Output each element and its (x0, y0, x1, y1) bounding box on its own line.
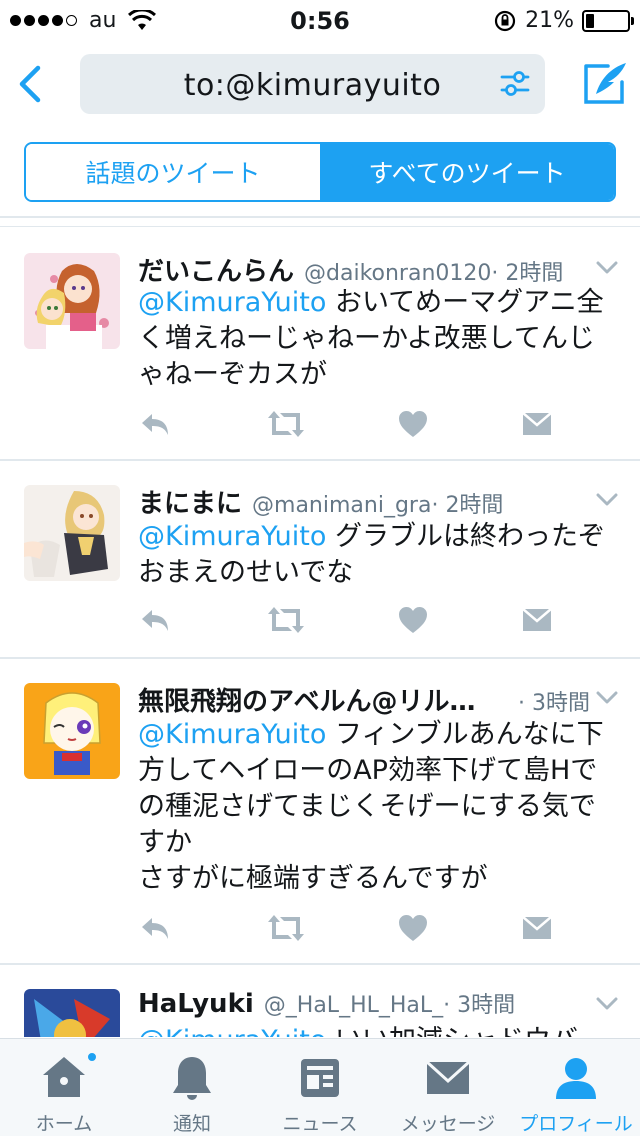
search-input[interactable]: to:@kimurayuito (80, 54, 545, 114)
display-name[interactable]: だいこんらん (138, 251, 294, 288)
tab-messages[interactable]: メッセージ (384, 1039, 512, 1136)
reply-icon[interactable] (138, 911, 172, 945)
back-button[interactable] (10, 60, 50, 108)
like-icon[interactable] (396, 407, 430, 441)
news-icon (301, 1059, 339, 1097)
navigation-bar: to:@kimurayuito (0, 40, 640, 128)
retweet-icon[interactable] (266, 407, 306, 441)
tweet-header: まにまに @manimani_gra · 2時間 (138, 483, 590, 520)
tweet-text: @KimuraYuito いい加減シャドウバー (138, 1023, 616, 1037)
chevron-down-icon[interactable] (596, 493, 618, 507)
tweet-time: · 3時間 (443, 993, 516, 1018)
reply-icon[interactable] (138, 407, 172, 441)
tweet-actions (138, 911, 558, 945)
tweet-header: HaLyuki @_HaL_HL_HaL_ · 3時間 (138, 987, 590, 1019)
tweet-time: · 3時間 (518, 691, 590, 716)
tweet-header: 無限飛翔のアベルん@リル頑… · 3時間 (138, 681, 590, 718)
avatar[interactable] (24, 253, 120, 349)
chevron-down-icon[interactable] (596, 261, 618, 275)
battery-icon (582, 9, 634, 32)
tweet-actions (138, 407, 558, 441)
compose-tweet-button[interactable] (582, 60, 628, 106)
tab-news[interactable]: ニュース (256, 1039, 384, 1136)
like-icon[interactable] (396, 911, 430, 945)
tweet-time: · 2時間 (491, 261, 564, 286)
tab-label-profile: プロフィール (519, 1113, 633, 1135)
search-query-text: to:@kimurayuito (183, 68, 442, 103)
home-icon (43, 1057, 85, 1097)
profile-icon (556, 1058, 596, 1099)
mention-link[interactable]: @KimuraYuito (138, 287, 326, 318)
chevron-down-icon[interactable] (596, 691, 618, 705)
orientation-lock-icon (494, 10, 516, 31)
tweet-item[interactable]: 無限飛翔のアベルん@リル頑… · 3時間 @KimuraYuito フィンブルあ… (0, 659, 640, 965)
retweet-icon[interactable] (266, 911, 306, 945)
tweet-header: だいこんらん @daikonran0120 · 2時間 (138, 251, 590, 288)
display-name[interactable]: まにまに (138, 483, 242, 520)
tweet-item[interactable]: HaLyuki @_HaL_HL_HaL_ · 3時間 @KimuraYuito… (0, 965, 640, 1037)
envelope-icon (425, 1060, 471, 1094)
tab-top-tweets[interactable]: 話題のツイート (26, 144, 320, 200)
tweet-text-content-line2: さすがに極端すぎるんですが (138, 863, 488, 894)
status-bar: au 0:56 21% (0, 0, 640, 40)
unread-dot (86, 1051, 98, 1063)
tweet-text: @KimuraYuito グラブルは終わったぞおまえのせいでな (138, 519, 616, 591)
display-name[interactable]: HaLyuki (138, 989, 254, 1019)
direct-message-icon[interactable] (520, 603, 554, 637)
battery-percent: 21% (525, 8, 574, 33)
direct-message-icon[interactable] (520, 407, 554, 441)
tweet-actions (138, 603, 558, 637)
reply-icon[interactable] (138, 603, 172, 637)
tab-label-notifications: 通知 (172, 1113, 211, 1135)
mention-link[interactable]: @KimuraYuito (138, 521, 326, 552)
avatar[interactable] (24, 683, 120, 779)
retweet-icon[interactable] (266, 603, 306, 637)
avatar[interactable] (24, 485, 120, 581)
user-handle[interactable]: @daikonran0120 (304, 261, 491, 286)
bottom-tab-bar: ホーム 通知 ニュース メッセージ プロフィール (0, 1038, 640, 1136)
tab-profile[interactable]: プロフィール (512, 1039, 640, 1136)
chevron-down-icon[interactable] (596, 997, 618, 1011)
user-handle[interactable]: @manimani_gra (252, 493, 431, 518)
display-name[interactable]: 無限飛翔のアベルん@リル頑… (138, 681, 498, 718)
tweet-text: @KimuraYuito フィンブルあんなに下方してヘイローのAP効率下げて島H… (138, 717, 616, 897)
tweet-time: · 2時間 (431, 493, 504, 518)
like-icon[interactable] (396, 603, 430, 637)
header-divider (0, 216, 640, 218)
user-handle[interactable]: @_HaL_HL_HaL_ (264, 993, 443, 1018)
search-filter-icon[interactable] (499, 68, 531, 100)
tweet-filter-segmented-control: 話題のツイート すべてのツイート (24, 142, 616, 202)
tab-label-home: ホーム (35, 1113, 93, 1135)
bell-icon (173, 1057, 211, 1100)
tweet-feed[interactable]: だいこんらん @daikonran0120 · 2時間 @KimuraYuito… (0, 227, 640, 1037)
tweet-text: @KimuraYuito おいてめーマグアニ全く増えねーじゃねーかよ改悪してんじ… (138, 285, 616, 393)
tab-label-news: ニュース (282, 1113, 358, 1135)
tab-label-messages: メッセージ (400, 1113, 496, 1135)
direct-message-icon[interactable] (520, 911, 554, 945)
mention-link[interactable]: @KimuraYuito (138, 719, 326, 750)
tab-home[interactable]: ホーム (0, 1039, 128, 1136)
tweet-item[interactable]: だいこんらん @daikonran0120 · 2時間 @KimuraYuito… (0, 227, 640, 461)
tweet-text-content: いい加減シャドウバー (326, 1025, 605, 1037)
status-right: 21% (493, 8, 634, 33)
avatar[interactable] (24, 989, 120, 1037)
tab-all-tweets[interactable]: すべてのツイート (320, 144, 614, 200)
tab-notifications[interactable]: 通知 (128, 1039, 256, 1136)
mention-link[interactable]: @KimuraYuito (138, 1025, 326, 1037)
tweet-item[interactable]: まにまに @manimani_gra · 2時間 @KimuraYuito グラ… (0, 461, 640, 659)
